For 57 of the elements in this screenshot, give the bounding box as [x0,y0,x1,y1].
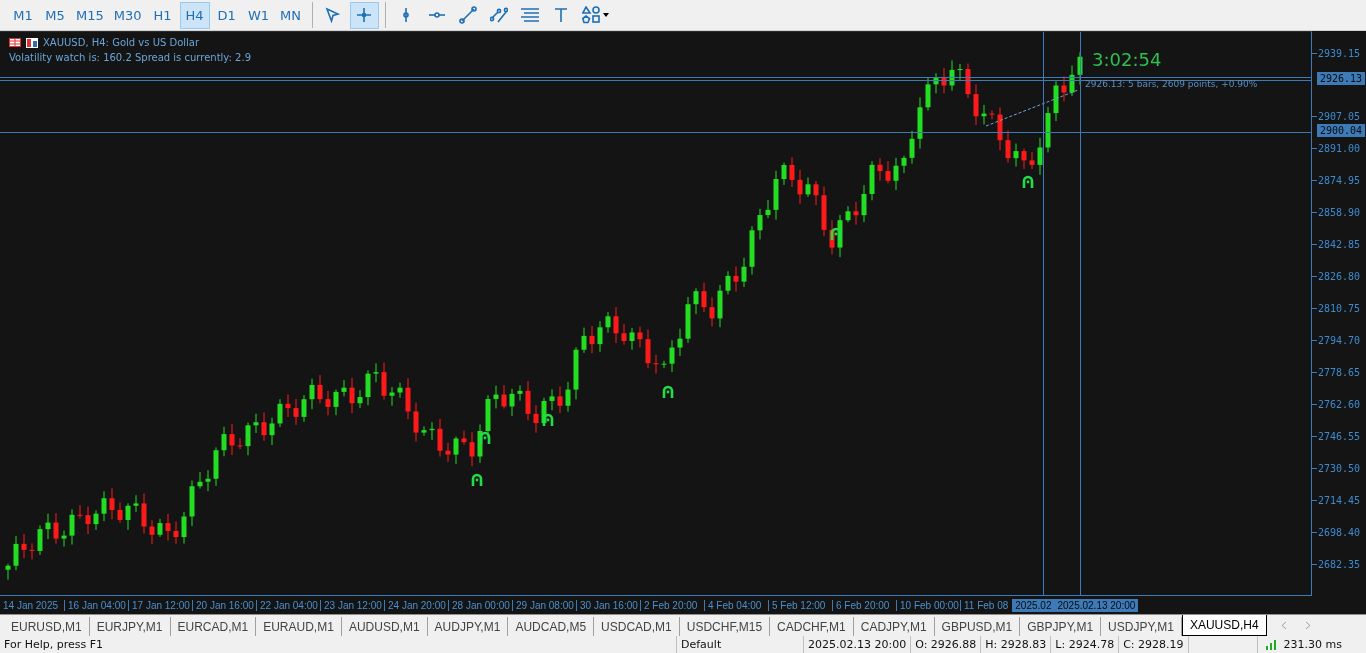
symbol-tab[interactable]: XAUUSD,H4 [1181,615,1267,636]
time-label: 20 Jan 16:00 [192,599,256,611]
time-label: 23 Jan 12:00 [320,599,384,611]
time-marker: 2025.02 [1012,598,1055,612]
price-label: 2762.60 [1317,398,1361,410]
price-label: 2810.75 [1317,303,1361,314]
time-label: 6 Feb 20:00 [832,599,896,611]
time-label: 5 Feb 12:00 [768,599,832,611]
time-label: 4 Feb 04:00 [704,599,768,611]
price-label: 2730.50 [1317,462,1361,474]
time-label: 2 Feb 20:00 [640,599,704,611]
timeframe-button[interactable]: M30 [109,1,146,29]
timeframe-button[interactable]: MN [275,1,306,29]
price-marker: 2926.13 [1317,71,1366,85]
bar-countdown: 3:02:54 [1092,49,1162,70]
price-label: 2939.15 [1317,47,1361,59]
price-label: 2842.85 [1317,239,1361,251]
timeframe-button[interactable]: M15 [72,1,108,29]
time-label: 28 Jan 00:00 [448,599,512,611]
timeframe-button[interactable]: M5 [40,1,70,29]
price-label: 2746.55 [1317,430,1361,442]
measure-label: 2926.13: 5 bars, 2609 points, +0.90% [1085,79,1258,89]
time-label: 16 Jan 04:00 [64,599,128,611]
open-price: O: 2926.88 [910,636,981,653]
time-label: 17 Jan 12:00 [128,599,192,611]
profile-name: Default [676,636,803,653]
help-text: For Help, press F1 [3,637,105,653]
timeframe-button[interactable]: W1 [243,1,274,29]
price-label: 2891.00 [1317,143,1361,155]
indicator-info: Volatility watch is: 160.2 Spread is currently: 2.9 [9,52,251,63]
time-label: 24 Jan 20:00 [384,599,448,611]
time-label: 10 Feb 00:00 [896,599,960,611]
close-price: C: 2928.19 [1118,636,1188,653]
price-label: 2858.90 [1317,207,1361,219]
low-price: L: 2924.78 [1050,636,1119,653]
price-label: 2794.70 [1317,334,1361,346]
bar-time: 2025.02.13 20:00 [803,636,911,653]
timeframe-button[interactable]: M1 [8,1,38,29]
ping-time: 231.30 ms [1282,637,1343,653]
chart-title: XAUUSD, H4: Gold vs US Dollar [43,37,200,48]
time-label: 14 Jan 2025 [2,599,60,611]
timeframe-button[interactable]: H1 [147,1,178,29]
timeframe-button[interactable]: H4 [179,1,210,29]
price-label: 2698.40 [1317,526,1361,538]
time-label: 30 Jan 16:00 [576,599,640,611]
price-label: 2826.80 [1317,271,1361,283]
price-label: 2714.45 [1317,494,1361,506]
price-label: 2874.95 [1317,175,1361,187]
time-label: 22 Jan 04:00 [256,599,320,611]
high-price: H: 2928.83 [980,636,1051,653]
price-label: 2778.65 [1317,366,1361,378]
time-label: 29 Jan 08:00 [512,599,576,611]
price-marker: 2900.04 [1317,123,1366,137]
price-label: 2907.05 [1317,111,1361,123]
timeframe-button[interactable]: D1 [211,1,242,29]
time-marker: 2025.02.13 20:00 [1054,598,1139,612]
price-label: 2682.35 [1317,558,1361,570]
